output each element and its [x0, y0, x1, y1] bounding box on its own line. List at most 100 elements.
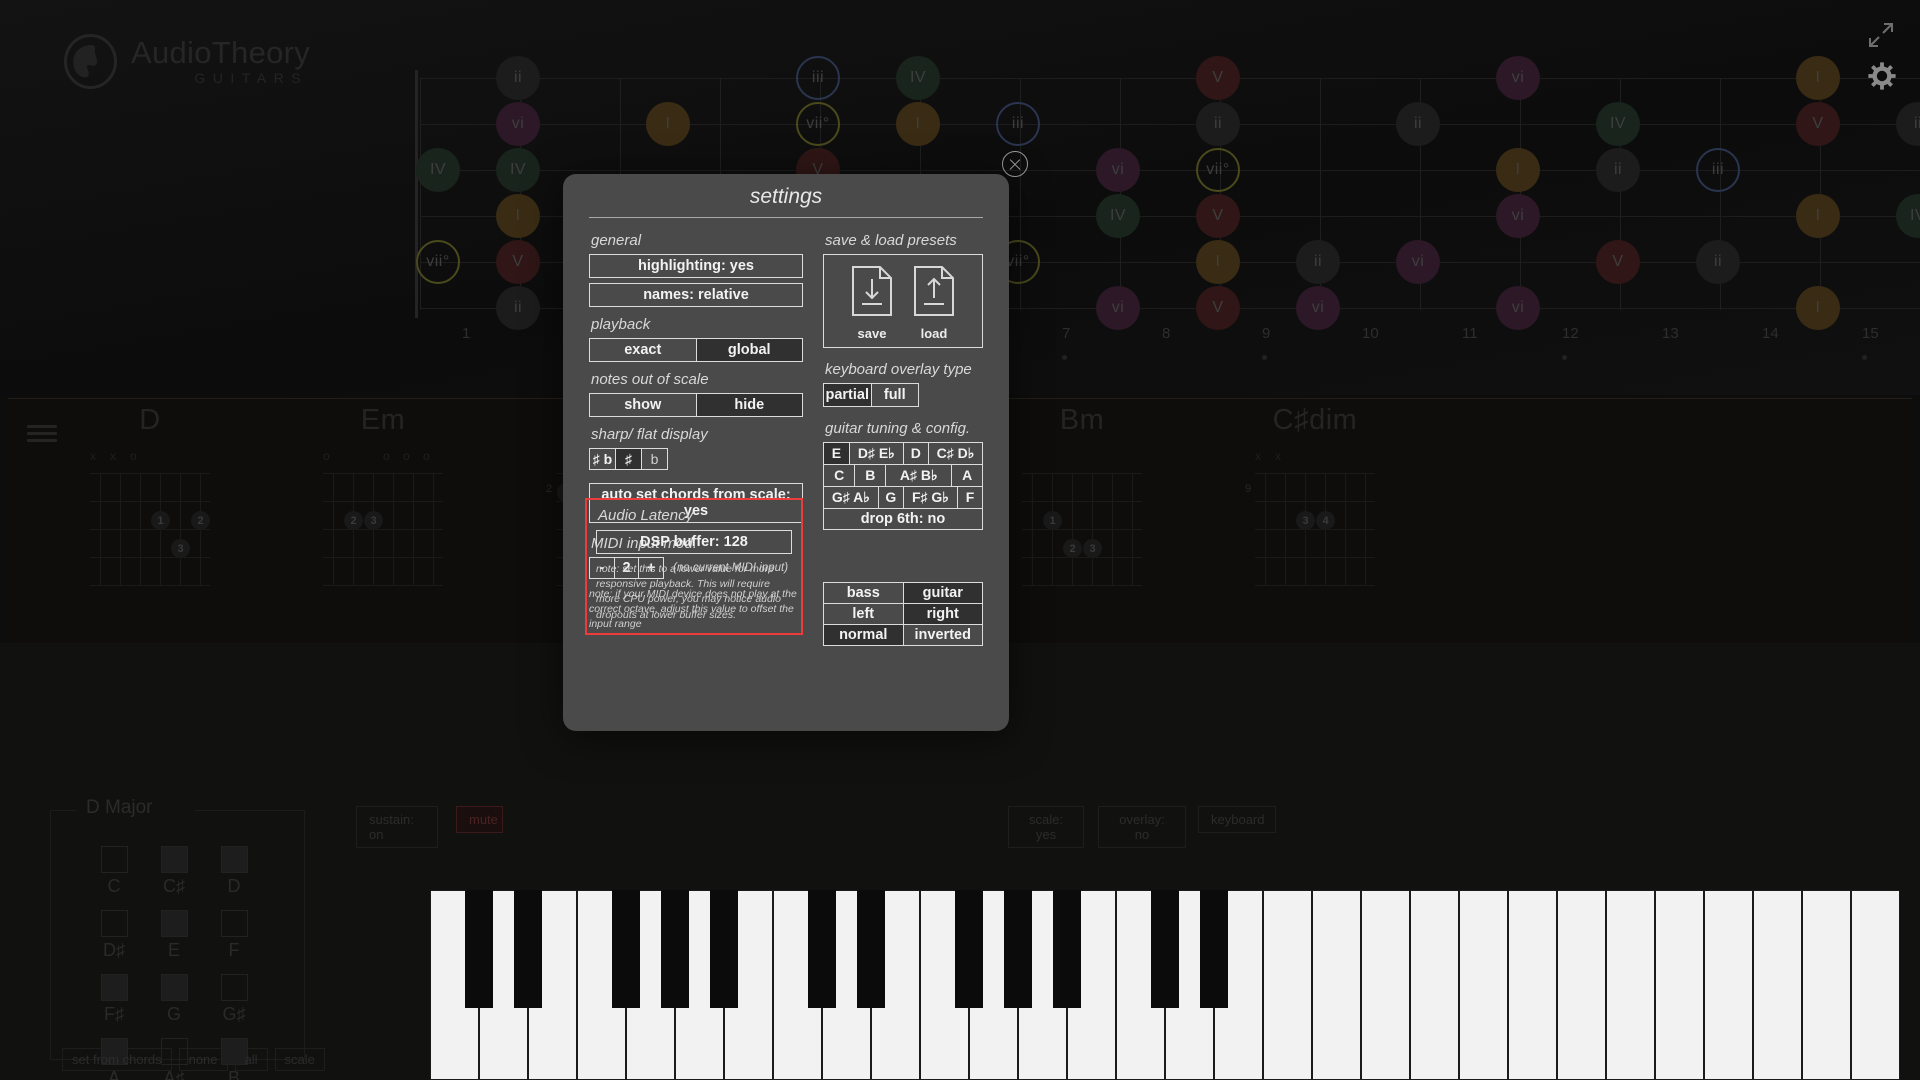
sharp-flat-option-both[interactable]: ♯ b — [589, 448, 616, 470]
config-option-bass[interactable]: bass — [824, 583, 903, 603]
piano-white-key[interactable] — [1410, 890, 1459, 1080]
tuning-note-cell[interactable]: A — [951, 464, 982, 486]
scale-degree-marker[interactable]: iii — [796, 56, 840, 100]
notes-option-hide[interactable]: hide — [696, 393, 803, 417]
piano-white-key[interactable] — [1312, 890, 1361, 1080]
scale-degree-marker[interactable]: ii — [496, 286, 540, 330]
note-checkbox[interactable] — [100, 974, 128, 1001]
tuning-note-cell[interactable]: G — [877, 486, 903, 508]
piano-black-key[interactable] — [1151, 890, 1179, 1008]
scale-degree-marker[interactable]: I — [1496, 148, 1540, 192]
note-toggle[interactable]: C — [84, 846, 144, 897]
scale-degree-marker[interactable]: IV — [496, 148, 540, 192]
piano-black-key[interactable] — [808, 890, 836, 1008]
playback-option-global[interactable]: global — [696, 338, 803, 362]
chord-diagram[interactable]: C♯dim x x 3 4 9 — [1200, 404, 1430, 586]
note-checkbox[interactable] — [160, 910, 188, 937]
names-toggle[interactable]: names: relative — [589, 283, 803, 307]
piano-keyboard[interactable] — [430, 890, 1920, 1080]
scale-degree-marker[interactable]: vii° — [796, 102, 840, 146]
scale-degree-marker[interactable]: iii — [996, 102, 1040, 146]
highlighting-toggle[interactable]: highlighting: yes — [589, 254, 803, 278]
piano-black-key[interactable] — [955, 890, 983, 1008]
note-checkbox[interactable] — [220, 910, 248, 937]
drop-sixth-toggle[interactable]: drop 6th: no — [824, 508, 982, 529]
tuning-note-cell[interactable]: B — [854, 464, 886, 486]
save-preset-button[interactable]: save — [851, 265, 893, 341]
scale-degree-marker[interactable]: vi — [1496, 56, 1540, 100]
scale-degree-marker[interactable]: I — [1796, 194, 1840, 238]
tuning-note-cell[interactable]: C♯ D♭ — [927, 443, 982, 464]
scale-button-scale[interactable]: scale — [274, 1048, 325, 1071]
scale-button-none[interactable]: none — [178, 1048, 228, 1071]
tuning-note-cell[interactable]: D — [902, 443, 928, 464]
piano-white-key[interactable] — [1851, 890, 1900, 1080]
scale-degree-marker[interactable]: I — [646, 102, 690, 146]
note-checkbox[interactable] — [100, 846, 128, 873]
piano-white-key[interactable] — [1263, 890, 1312, 1080]
config-option-guitar[interactable]: guitar — [902, 583, 982, 603]
keyboard-toggle[interactable]: keyboard — [1198, 806, 1276, 833]
piano-black-key[interactable] — [661, 890, 689, 1008]
piano-black-key[interactable] — [1053, 890, 1081, 1008]
sustain-toggle[interactable]: sustain: on — [356, 806, 438, 848]
scale-degree-marker[interactable]: vii° — [416, 240, 460, 284]
overlay-option-partial[interactable]: partial — [823, 383, 872, 407]
piano-black-key[interactable] — [857, 890, 885, 1008]
chord-diagram[interactable]: Dxxo123 — [35, 404, 265, 586]
scale-degree-marker[interactable]: I — [1196, 240, 1240, 284]
scale-degree-marker[interactable]: V — [1796, 102, 1840, 146]
playback-option-exact[interactable]: exact — [589, 338, 697, 362]
scale-degree-marker[interactable]: IV — [416, 148, 460, 192]
piano-black-key[interactable] — [612, 890, 640, 1008]
piano-white-key[interactable] — [1557, 890, 1606, 1080]
piano-white-key[interactable] — [1753, 890, 1802, 1080]
scale-degree-marker[interactable]: V — [1196, 286, 1240, 330]
note-toggle[interactable]: D♯ — [84, 910, 144, 961]
scale-degree-marker[interactable]: ii — [1696, 240, 1740, 284]
config-option-normal[interactable]: normal — [824, 624, 903, 645]
piano-black-key[interactable] — [1004, 890, 1032, 1008]
scale-degree-marker[interactable]: vi — [1496, 286, 1540, 330]
scale-degree-marker[interactable]: iii — [1696, 148, 1740, 192]
tuning-note-cell[interactable]: F♯ G♭ — [902, 486, 957, 508]
note-toggle[interactable]: F♯ — [84, 974, 144, 1025]
scale-degree-marker[interactable]: vi — [1296, 286, 1340, 330]
gear-icon[interactable] — [1868, 62, 1896, 95]
note-toggle[interactable]: G♯ — [204, 974, 264, 1025]
tuning-note-cell[interactable]: F — [956, 486, 982, 508]
scale-degree-marker[interactable]: ii — [1396, 102, 1440, 146]
overlay-option-full[interactable]: full — [871, 383, 919, 407]
tuning-note-cell[interactable]: C — [824, 464, 855, 486]
mute-button[interactable]: mute — [456, 806, 503, 833]
scale-degree-marker[interactable]: V — [496, 240, 540, 284]
note-checkbox[interactable] — [220, 846, 248, 873]
piano-black-key[interactable] — [1200, 890, 1228, 1008]
tuning-note-cell[interactable]: D♯ E♭ — [848, 443, 903, 464]
scale-degree-marker[interactable]: ii — [496, 56, 540, 100]
sharp-flat-option-flat[interactable]: b — [642, 448, 668, 470]
scale-degree-marker[interactable]: I — [1796, 286, 1840, 330]
tuning-note-cell[interactable]: A♯ B♭ — [885, 464, 952, 486]
config-option-inverted[interactable]: inverted — [902, 624, 982, 645]
scale-degree-marker[interactable]: vii° — [1196, 148, 1240, 192]
config-option-right[interactable]: right — [902, 603, 982, 624]
piano-black-key[interactable] — [710, 890, 738, 1008]
dsp-buffer-button[interactable]: DSP buffer: 128 — [596, 530, 792, 554]
scale-degree-marker[interactable]: IV — [896, 56, 940, 100]
note-checkbox[interactable] — [220, 974, 248, 1001]
scale-degree-marker[interactable]: vi — [1096, 286, 1140, 330]
scale-degree-marker[interactable]: ii — [1296, 240, 1340, 284]
piano-white-key[interactable] — [1361, 890, 1410, 1080]
piano-black-key[interactable] — [514, 890, 542, 1008]
load-preset-button[interactable]: load — [913, 265, 955, 341]
config-option-left[interactable]: left — [824, 603, 903, 624]
note-toggle[interactable]: E — [144, 910, 204, 961]
scale-degree-marker[interactable]: I — [496, 194, 540, 238]
scale-toggle[interactable]: scale: yes — [1008, 806, 1084, 848]
note-toggle[interactable]: F — [204, 910, 264, 961]
overlay-toggle[interactable]: overlay: no — [1098, 806, 1186, 848]
scale-degree-marker[interactable]: vi — [1496, 194, 1540, 238]
tuning-note-cell[interactable]: G♯ A♭ — [824, 486, 878, 508]
note-toggle[interactable]: D — [204, 846, 264, 897]
